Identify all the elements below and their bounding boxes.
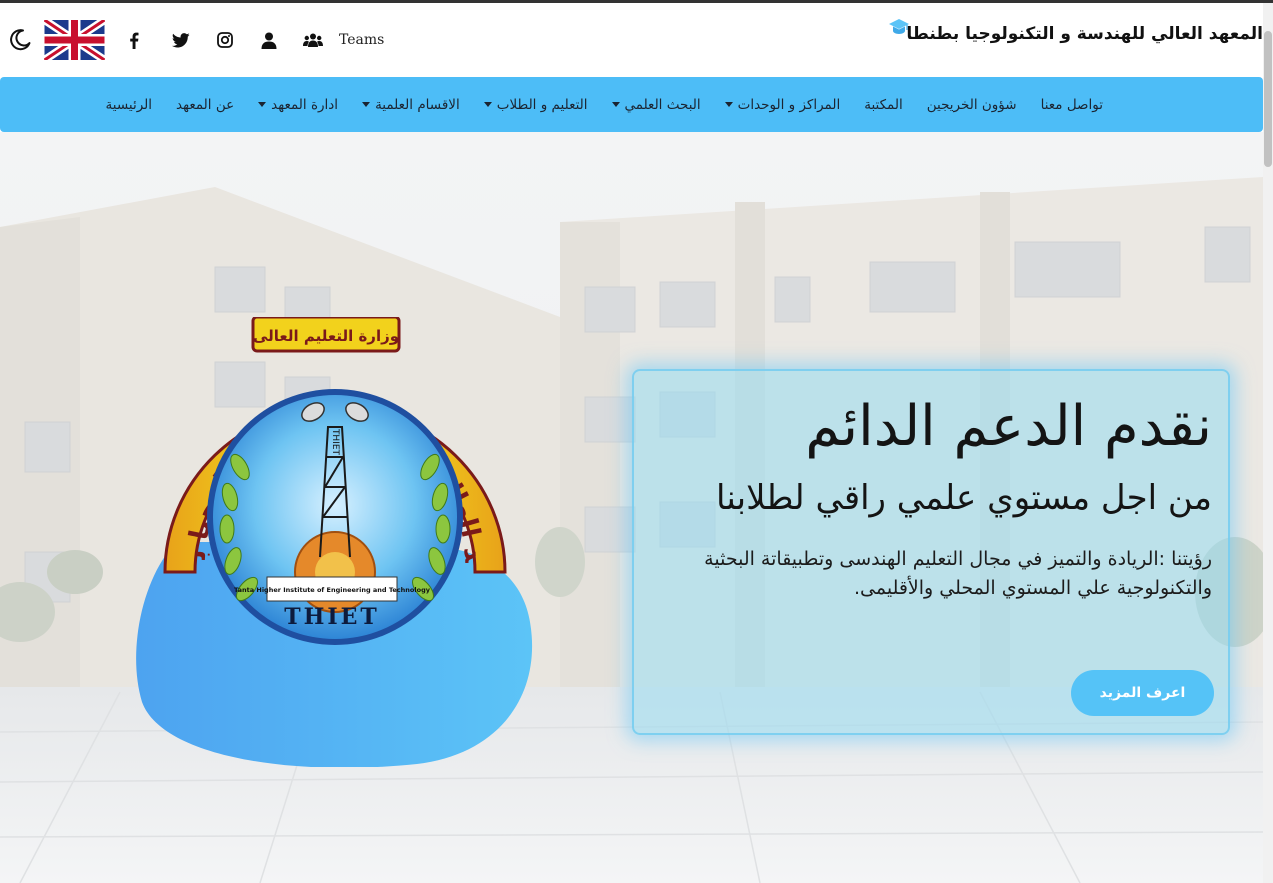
hero-vision-text: رؤيتنا :الريادة والتميز في مجال التعليم … xyxy=(704,548,1212,599)
institute-emblem: المعهد العالى للهندسة و التكنولوجيا بطنط… xyxy=(145,317,507,645)
nav-item-contact[interactable]: تواصل معنا xyxy=(1041,97,1103,113)
instagram-icon[interactable] xyxy=(215,30,235,50)
page-scrollbar[interactable] xyxy=(1263,3,1273,883)
twitter-icon[interactable] xyxy=(171,30,191,50)
emblem-abbr: THIET xyxy=(284,604,380,630)
chevron-down-icon xyxy=(611,102,620,107)
nav-item-research[interactable]: البحث العلمي xyxy=(611,97,701,113)
emblem-top-text: وزارة التعليم العالى xyxy=(253,327,399,345)
graduation-cap-icon xyxy=(889,19,910,34)
nav-item-centers-units[interactable]: المراكز و الوحدات xyxy=(724,97,840,113)
site-header: Teams المعهد العالي للهندسة و التكنولوجي… xyxy=(0,3,1263,77)
moon-icon[interactable] xyxy=(8,28,32,52)
hero-text-block: نقدم الدعم الدائم من اجل مستوي علمي راقي… xyxy=(646,371,1212,603)
hero-section: المعهد العالى للهندسة و التكنولوجيا بطنط… xyxy=(0,132,1263,883)
nav-item-library[interactable]: المكتبة xyxy=(864,97,903,113)
header-toolbar: Teams xyxy=(8,19,384,61)
teams-link[interactable]: Teams xyxy=(303,32,384,48)
main-navbar: الرئيسية عن المعهد ادارة المعهد الاقسام … xyxy=(0,77,1263,132)
hero-subheading: من اجل مستوي علمي راقي لطلابنا xyxy=(716,478,1212,518)
nav-item-departments[interactable]: الاقسام العلمية xyxy=(362,97,460,113)
teams-label: Teams xyxy=(339,32,385,48)
nav-item-graduates[interactable]: شؤون الخريجين xyxy=(927,97,1017,113)
facebook-icon[interactable] xyxy=(127,30,141,50)
chevron-down-icon xyxy=(483,102,492,107)
nav-item-education-students[interactable]: التعليم و الطلاب xyxy=(483,97,588,113)
learn-more-button[interactable]: اعرف المزيد xyxy=(1071,670,1214,716)
chevron-down-icon xyxy=(724,102,733,107)
site-brand[interactable]: المعهد العالي للهندسة و التكنولوجيا بطنط… xyxy=(889,19,1263,44)
chevron-down-icon xyxy=(258,102,267,107)
chevron-down-icon xyxy=(362,102,371,107)
users-icon xyxy=(303,33,323,47)
nav-item-home[interactable]: الرئيسية xyxy=(106,97,153,113)
nav-item-administration[interactable]: ادارة المعهد xyxy=(258,97,338,113)
emblem-tower-letters: THIET xyxy=(330,428,340,456)
hero-info-panel: نقدم الدعم الدائم من اجل مستوي علمي راقي… xyxy=(632,369,1230,735)
uk-flag-icon[interactable] xyxy=(44,20,105,60)
hero-heading: نقدم الدعم الدائم xyxy=(805,394,1212,459)
nav-menu: الرئيسية عن المعهد ادارة المعهد الاقسام … xyxy=(82,77,1103,132)
site-title: المعهد العالي للهندسة و التكنولوجيا بطنط… xyxy=(906,24,1263,44)
emblem-english-text: Tanta Higher Institute of Engineering an… xyxy=(234,586,431,594)
scrollbar-thumb[interactable] xyxy=(1264,31,1272,167)
nav-item-about[interactable]: عن المعهد xyxy=(176,97,234,113)
user-icon[interactable] xyxy=(259,30,279,50)
